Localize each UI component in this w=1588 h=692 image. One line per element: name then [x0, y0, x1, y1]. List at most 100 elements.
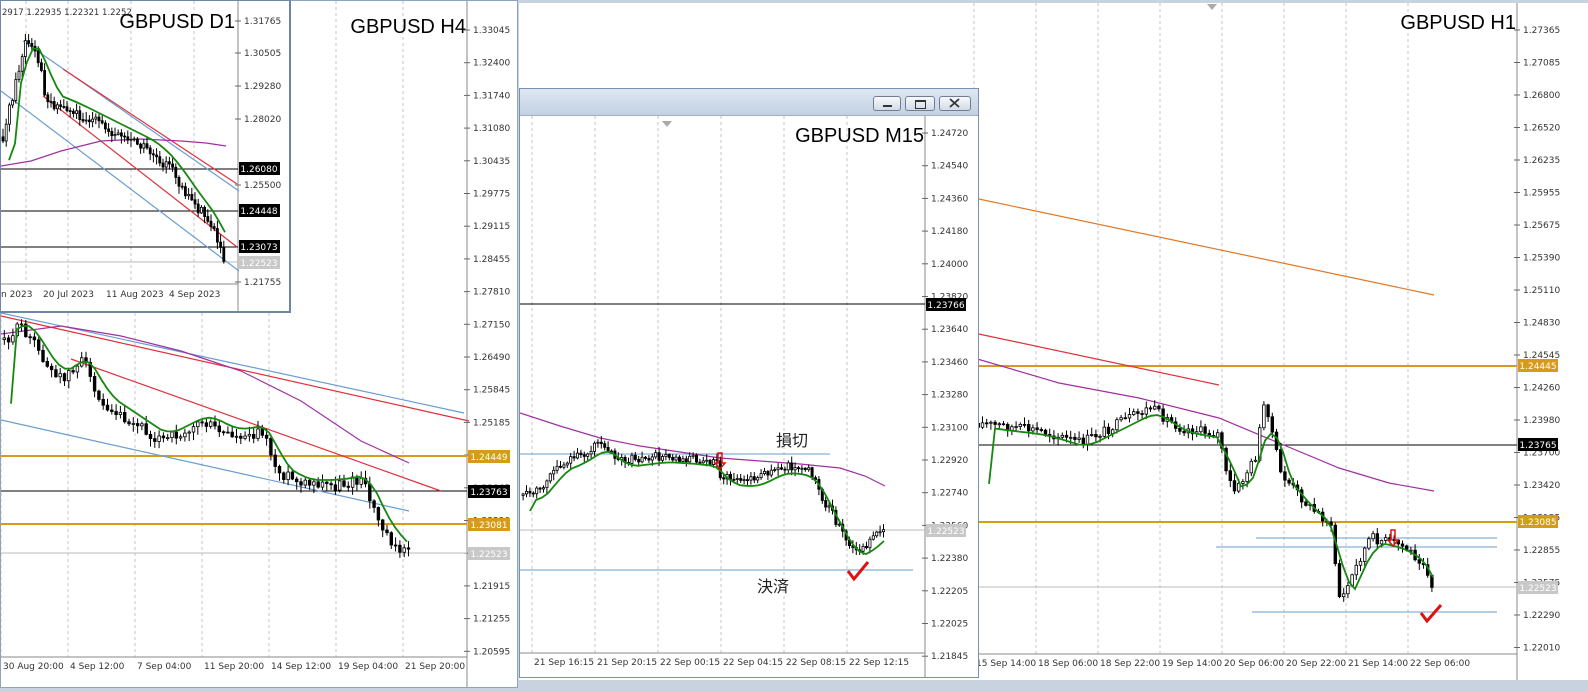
time-tick-label: 4 Sep 12:00	[70, 662, 125, 672]
chart-canvas-m15[interactable]: 1.247201.245401.243601.241801.240001.238…	[520, 116, 979, 678]
price-tick-label: 1.24260	[1523, 384, 1560, 394]
candle	[135, 137, 139, 146]
price-tick-label: 1.23420	[1523, 481, 1560, 491]
candle	[56, 102, 59, 115]
ma-green-line	[988, 414, 1434, 591]
candle	[681, 455, 685, 464]
price-tick-label: 1.22290	[1523, 611, 1560, 621]
candle	[701, 456, 705, 464]
price-tick-label: 1.26490	[473, 353, 510, 363]
price-tick-label: 1.22010	[1523, 644, 1560, 654]
time-tick-label: 20 Jul 2023	[43, 290, 94, 300]
chart-canvas-d1[interactable]: 1.31765 1.30505 1.29280 1.28020 1.25500 1.217…	[1, 1, 291, 313]
time-tick-label: 21 Sep 14:00	[1348, 659, 1408, 669]
candle	[603, 440, 607, 451]
candle	[1241, 479, 1245, 490]
candle	[1161, 404, 1165, 425]
candle	[329, 480, 333, 490]
channel-line-blue-bottom	[1, 90, 240, 272]
ma-purple-line	[1, 325, 410, 464]
price-tick-label: 1.23640	[931, 325, 968, 335]
candle	[116, 129, 120, 136]
candle	[142, 139, 146, 154]
candle	[389, 531, 393, 550]
candle	[1195, 426, 1199, 438]
candle	[346, 481, 350, 492]
candle	[129, 131, 133, 147]
price-tick-label: 1.25500	[244, 181, 281, 191]
price-tick-label: 1.22205	[931, 587, 968, 597]
candle	[1253, 456, 1258, 463]
restore-button[interactable]	[905, 96, 935, 111]
trend-line-red-bottom	[42, 95, 238, 248]
candle	[187, 430, 191, 441]
chart-window-m15[interactable]: 1.24720 1.24540 1.24360 1.24180 1.24000 1.238…	[519, 88, 979, 678]
candle	[41, 344, 45, 363]
candle	[187, 188, 191, 200]
candle	[1228, 463, 1232, 488]
candle	[14, 72, 18, 104]
candle	[562, 462, 566, 470]
candle	[1346, 581, 1350, 599]
price-tick-label: 1.30435	[473, 157, 510, 167]
candle	[91, 111, 94, 128]
candle	[135, 418, 140, 434]
candle	[88, 357, 92, 383]
candle	[385, 524, 389, 536]
price-tick-label: 1.26800	[1523, 91, 1560, 101]
candle	[1203, 423, 1207, 439]
shift-marker	[662, 121, 672, 127]
price-tick-label: 1.25110	[1523, 286, 1560, 296]
time-tick-label: 7 Sep 04:00	[137, 662, 192, 672]
candle	[773, 467, 777, 473]
close-button[interactable]	[939, 96, 971, 111]
candle	[140, 421, 144, 431]
time-tick-label: 14 Sep 12:00	[271, 662, 331, 672]
candle	[640, 451, 644, 464]
time-tick-label: 30 Aug 20:00	[3, 662, 64, 672]
candle	[65, 100, 69, 113]
svg-text:1.23081: 1.23081	[470, 521, 507, 531]
candle	[208, 419, 213, 429]
candle	[62, 372, 67, 387]
candle	[180, 182, 184, 190]
candle	[535, 486, 539, 499]
chart-window-d1[interactable]: 1.31765 1.30505 1.29280 1.28020 1.25500 1.217…	[0, 0, 291, 313]
candle	[769, 464, 773, 478]
candle	[167, 156, 171, 170]
candle	[104, 120, 107, 134]
chart-title-m15: GBPUSD M15	[795, 125, 924, 147]
check-mark-icon	[1419, 604, 1443, 624]
candle	[1077, 431, 1081, 443]
price-label-current: 1.22523	[926, 524, 966, 537]
candle	[171, 158, 175, 172]
candle	[161, 432, 166, 443]
window-title-bar[interactable]	[520, 89, 978, 116]
candle	[1136, 408, 1140, 421]
price-tick-label: 1.27150	[473, 320, 510, 330]
candle	[107, 123, 110, 137]
candle	[1367, 536, 1371, 551]
svg-text:1.23763: 1.23763	[470, 488, 507, 498]
ohlc-readout: 2917 1.22935 1.22321 1.2252	[2, 8, 132, 18]
time-tick-label: 22 Sep 06:00	[1410, 659, 1470, 669]
candle	[157, 430, 161, 449]
time-tick-label: 21 Sep 20:15	[597, 658, 657, 668]
svg-text:1.24448: 1.24448	[240, 207, 277, 217]
candle	[174, 163, 178, 185]
time-tick-label: 15 Sep 14:00	[976, 659, 1036, 669]
candle	[756, 475, 760, 484]
candle	[1354, 559, 1358, 581]
candle	[58, 368, 62, 384]
svg-text:1.24449: 1.24449	[470, 453, 507, 463]
candle	[294, 476, 299, 490]
minimize-button[interactable]	[873, 96, 901, 111]
candle	[875, 530, 879, 538]
candle	[132, 136, 136, 142]
price-tick-label: 1.23280	[931, 391, 968, 401]
minimize-icon	[883, 105, 892, 107]
candle	[45, 357, 49, 368]
candle	[776, 463, 780, 476]
price-tick-label: 1.26520	[1523, 124, 1560, 134]
candle	[372, 499, 376, 513]
